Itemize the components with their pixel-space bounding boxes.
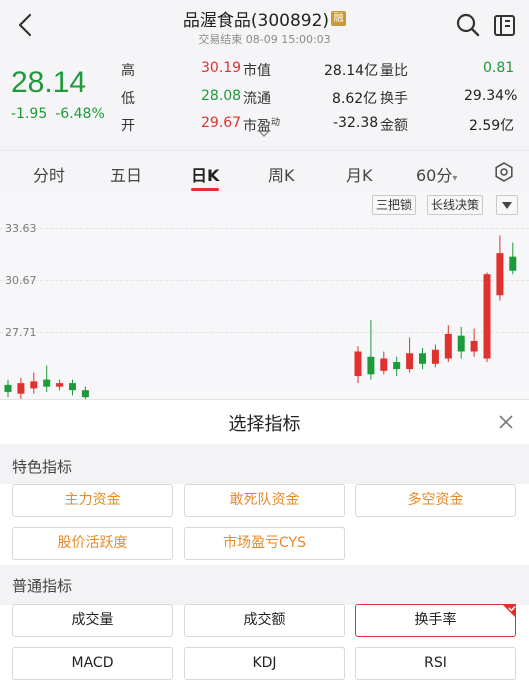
candle-body xyxy=(406,353,414,370)
section-title-common: 普通指标 xyxy=(12,577,73,595)
period-tabs: 分时 五日 日K 周K 月K 60分▾ xyxy=(0,150,529,192)
close-icon[interactable] xyxy=(497,413,515,431)
indicator-sheet: 选择指标 特色指标 主力资金 敢死队资金 多空资金 股价活跃度 市场盈亏CYS … xyxy=(0,400,529,686)
pe-dynamic-mark: 动 xyxy=(271,118,281,128)
chart-menu-button[interactable] xyxy=(496,195,518,215)
candle-body xyxy=(4,384,12,392)
float-cap-label: 流通 xyxy=(243,91,271,107)
high-label: 高 xyxy=(121,63,135,79)
market-cap-label: 市值 xyxy=(243,63,271,79)
sheet-title: 选择指标 xyxy=(228,414,301,435)
share-icon[interactable] xyxy=(492,12,518,38)
candle-body xyxy=(17,383,25,394)
candle-body xyxy=(30,381,38,389)
margin-badge: 融 xyxy=(331,11,347,26)
tab-monthly-k[interactable]: 月K xyxy=(346,162,373,186)
candle-body xyxy=(367,356,375,375)
title-group: 品渥食品(300892) 融 xyxy=(0,6,529,31)
candle-body xyxy=(393,362,401,370)
option-dare-to-die-fund[interactable]: 敢死队资金 xyxy=(184,484,345,517)
search-icon[interactable] xyxy=(455,12,481,38)
active-tab-indicator xyxy=(191,188,219,191)
volume-ratio-label: 量比 xyxy=(380,63,408,79)
open-value: 29.67 xyxy=(201,115,242,131)
option-long-short-fund[interactable]: 多空资金 xyxy=(355,484,516,517)
candle-body xyxy=(43,379,51,387)
low-label: 低 xyxy=(121,91,135,107)
open-label: 开 xyxy=(121,118,135,134)
candle-body xyxy=(419,353,426,364)
chevron-down-icon[interactable] xyxy=(259,130,269,138)
tab-60min-label: 60分 xyxy=(416,166,453,185)
long-term-decision-button[interactable]: 长线决策 xyxy=(427,195,484,215)
candle-body xyxy=(380,358,388,371)
candle-body xyxy=(470,340,478,352)
kline-chart[interactable]: 33.63 30.67 27.71 三把锁 长线决策 xyxy=(0,192,529,399)
option-volume[interactable]: 成交量 xyxy=(12,604,173,637)
section-header xyxy=(0,444,529,484)
change-amount: -1.95 xyxy=(11,106,48,122)
candle-body xyxy=(444,333,452,359)
option-rsi[interactable]: RSI xyxy=(355,647,516,680)
tab-60min[interactable]: 60分▾ xyxy=(416,162,457,186)
option-turnover-rate-label: 换手率 xyxy=(414,612,457,628)
option-macd[interactable]: MACD xyxy=(12,647,173,680)
option-turnover-rate[interactable]: 换手率 xyxy=(355,604,516,637)
gear-icon[interactable] xyxy=(493,161,515,183)
candle-body xyxy=(496,253,504,296)
tab-weekly-k[interactable]: 周K xyxy=(268,162,295,186)
turnover-label: 换手 xyxy=(380,91,408,107)
candle-body xyxy=(483,274,491,359)
option-market-pnl-cys[interactable]: 市场盈亏CYS xyxy=(184,527,345,560)
tab-daily-k[interactable]: 日K xyxy=(191,162,219,186)
trade-status: 交易结束 08-09 15:00:03 xyxy=(198,33,331,46)
volume-ratio-value: 0.81 xyxy=(483,60,515,76)
tab-five-day[interactable]: 五日 xyxy=(110,162,142,186)
top-nav-bar: 品渥食品(300892) 融 交易结束 08-09 15:00:03 xyxy=(0,0,529,50)
float-cap-value: 8.62亿 xyxy=(332,91,378,107)
section-title-featured: 特色指标 xyxy=(12,458,73,476)
low-value: 28.08 xyxy=(201,88,242,104)
stock-detail-page: 品渥食品(300892) 融 交易结束 08-09 15:00:03 28.14 … xyxy=(0,0,529,686)
candle-body xyxy=(81,390,89,398)
amount-value: 2.59亿 xyxy=(469,118,515,134)
change-percent: -6.48% xyxy=(55,106,105,122)
candle-body xyxy=(56,383,64,387)
section-header xyxy=(0,565,529,605)
pe-value: -32.38 xyxy=(333,115,379,131)
option-turnover-amount[interactable]: 成交额 xyxy=(184,604,345,637)
three-locks-button[interactable]: 三把锁 xyxy=(372,195,417,215)
price-change: -1.95 -6.48% xyxy=(11,106,113,122)
candle-body xyxy=(431,349,439,364)
option-kdj[interactable]: KDJ xyxy=(184,647,345,680)
amount-label: 金额 xyxy=(380,118,408,134)
option-price-activity[interactable]: 股价活跃度 xyxy=(12,527,173,560)
candle-body xyxy=(457,335,465,352)
market-cap-value: 28.14亿 xyxy=(324,63,379,79)
candle-body xyxy=(354,351,362,377)
quote-panel: 28.14 -1.95 -6.48% 高 30.19 市值 28.14亿 量比 0… xyxy=(0,50,529,145)
candlestick-plot xyxy=(4,235,517,399)
stock-title: 品渥食品(300892) xyxy=(182,11,330,31)
candle-body xyxy=(69,383,76,391)
last-price: 28.14 xyxy=(11,66,87,99)
turnover-value: 29.34% xyxy=(464,88,518,104)
option-main-fund[interactable]: 主力资金 xyxy=(12,484,173,517)
triangle-down-icon xyxy=(502,202,512,209)
candle-body xyxy=(509,256,517,271)
tab-intraday[interactable]: 分时 xyxy=(33,162,65,186)
high-value: 30.19 xyxy=(201,60,242,76)
tab-60min-caret: ▾ xyxy=(452,173,458,184)
selected-check-icon xyxy=(502,604,516,618)
